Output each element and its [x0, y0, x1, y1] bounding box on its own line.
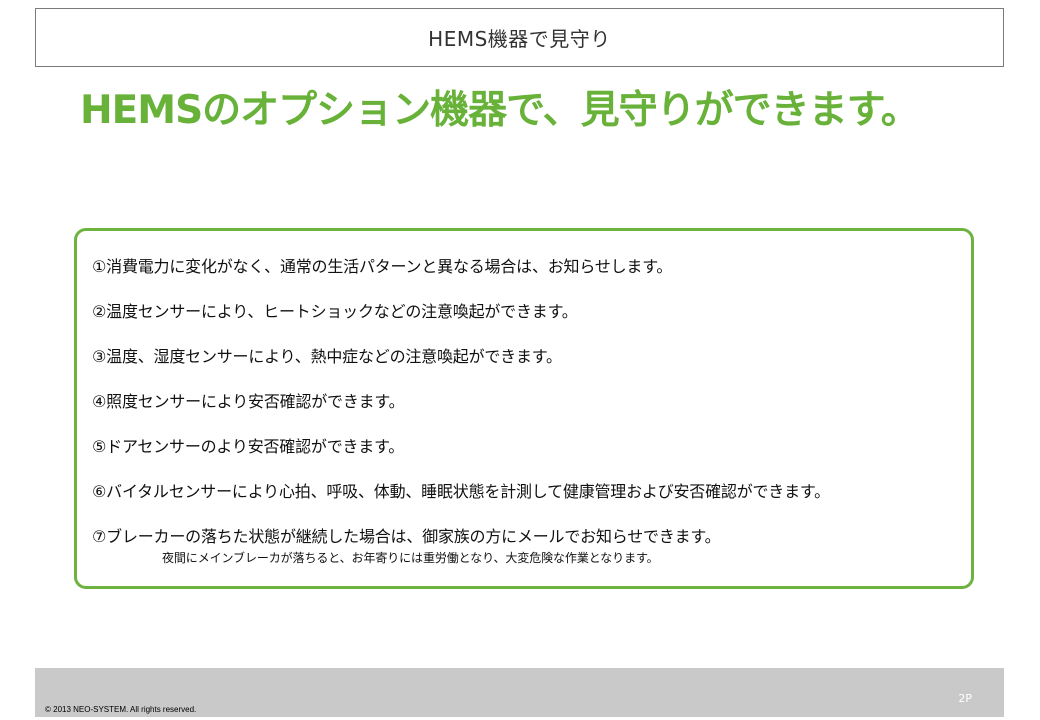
features-list: ①消費電力に変化がなく、通常の生活パターンと異なる場合は、お知らせします。 ②温…	[92, 256, 952, 571]
feature-note: 夜間にメインブレーカが落ちると、お年寄りには重労働となり、大変危険な作業となりま…	[162, 551, 659, 565]
feature-item-2: ②温度センサーにより、ヒートショックなどの注意喚起ができます。	[92, 302, 578, 321]
monitoring-features-box: ①消費電力に変化がなく、通常の生活パターンと異なる場合は、お知らせします。 ②温…	[74, 228, 974, 589]
feature-item-4: ④照度センサーにより安否確認ができます。	[92, 392, 405, 411]
headline: HEMSのオプション機器で、見守りができます。	[80, 88, 920, 133]
page-number: 2P	[958, 692, 972, 705]
feature-item-3: ③温度、湿度センサーにより、熱中症などの注意喚起ができます。	[92, 347, 562, 366]
slide-page: HEMS機器で見守り HEMSのオプション機器で、見守りができます。 ①消費電力…	[0, 0, 1040, 720]
feature-item-5: ⑤ドアセンサーのより安否確認ができます。	[92, 437, 405, 456]
slide-title-box: HEMS機器で見守り	[35, 8, 1004, 67]
feature-item-6: ⑥バイタルセンサーにより心拍、呼吸、体動、睡眠状態を計測して健康管理および安否確…	[92, 482, 830, 501]
copyright-text: © 2013 NEO-SYSTEM. All rights reserved.	[45, 705, 197, 714]
slide-title: HEMS機器で見守り	[428, 27, 611, 51]
feature-item-1: ①消費電力に変化がなく、通常の生活パターンと異なる場合は、お知らせします。	[92, 257, 673, 276]
